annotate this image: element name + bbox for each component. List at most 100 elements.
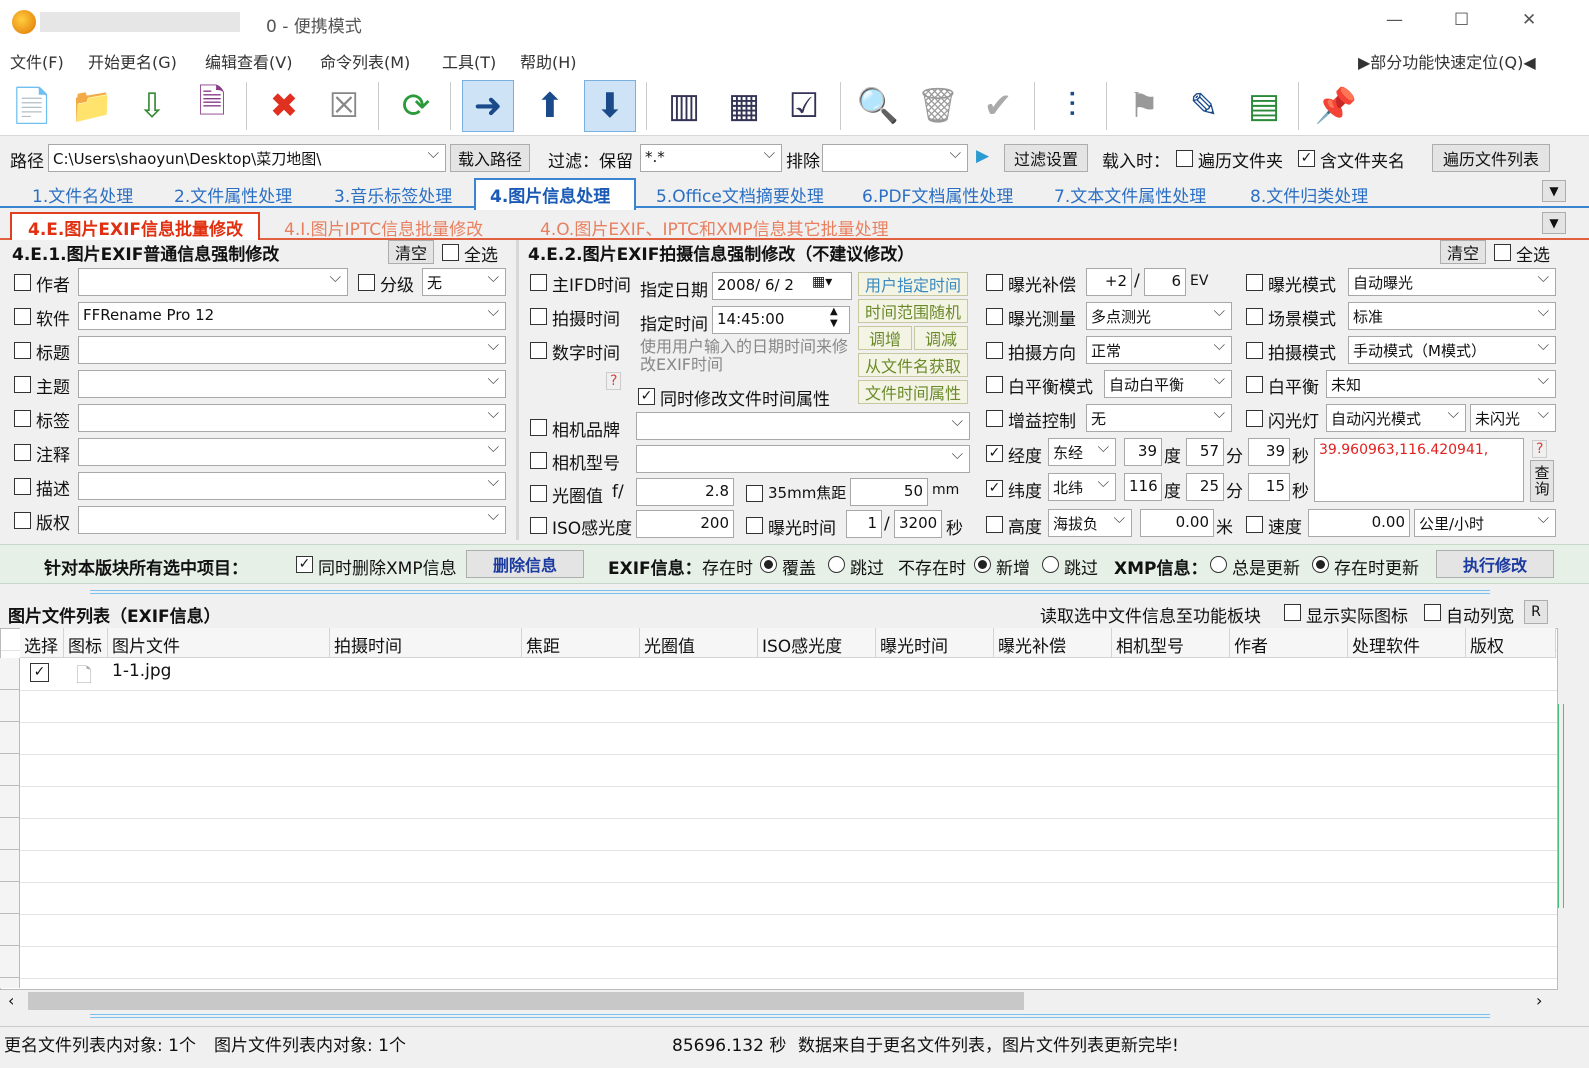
real-icon-checkbox[interactable]: [1284, 604, 1301, 621]
lon-deg-input[interactable]: 39: [1124, 438, 1162, 466]
col-file[interactable]: 图片文件: [108, 628, 330, 658]
wb-select[interactable]: 未知: [1326, 370, 1556, 398]
flash-fired-select[interactable]: 未闪光: [1470, 404, 1556, 432]
metering-checkbox[interactable]: [986, 308, 1003, 325]
col-copyright[interactable]: 版权: [1466, 628, 1556, 658]
r-button[interactable]: R: [1524, 600, 1548, 624]
comment-input[interactable]: [78, 438, 506, 466]
add-radio[interactable]: [974, 556, 991, 573]
path-input[interactable]: C:\Users\shaoyun\Desktop\菜刀地图\: [48, 144, 446, 172]
title-input[interactable]: [78, 336, 506, 364]
description-input[interactable]: [78, 472, 506, 500]
wb-checkbox[interactable]: [1246, 376, 1263, 393]
subtab-other[interactable]: 4.O.图片EXIF、IPTC和XMP信息其它批量处理: [540, 215, 889, 241]
coord-help-icon[interactable]: ?: [1532, 440, 1548, 458]
iso-checkbox[interactable]: [530, 517, 547, 534]
tab-filename[interactable]: 1.文件名处理: [32, 182, 133, 208]
lat-checkbox[interactable]: ✓: [986, 480, 1003, 497]
shoot-mode-checkbox[interactable]: [1246, 342, 1263, 359]
close-button[interactable]: ✕: [1522, 10, 1536, 30]
col-focal[interactable]: 焦距: [522, 628, 640, 658]
col-software[interactable]: 处理软件: [1348, 628, 1466, 658]
refresh-icon[interactable]: ⟳: [390, 80, 442, 132]
move-down-icon[interactable]: ⬇: [584, 80, 636, 132]
sliders-icon[interactable]: ⫶: [1046, 80, 1098, 132]
lat-min-input[interactable]: 25: [1186, 473, 1224, 501]
scroll-left-icon[interactable]: ‹: [8, 991, 14, 1010]
right-clear-button[interactable]: 清空: [1440, 240, 1486, 264]
col-exposure[interactable]: 曝光时间: [876, 628, 994, 658]
copyright-checkbox[interactable]: [14, 512, 31, 529]
col-iso[interactable]: ISO感光度: [758, 628, 876, 658]
tab-classify[interactable]: 8.文件归类处理: [1250, 182, 1368, 208]
overwrite-radio[interactable]: [760, 556, 777, 573]
right-select-all-checkbox[interactable]: [1494, 244, 1511, 261]
splitter[interactable]: [90, 590, 1490, 594]
software-checkbox[interactable]: [14, 308, 31, 325]
col-aperture[interactable]: 光圈值: [640, 628, 758, 658]
lon-min-input[interactable]: 57: [1186, 438, 1224, 466]
shoot-time-checkbox[interactable]: [530, 308, 547, 325]
subject-input[interactable]: [78, 370, 506, 398]
menu-tools[interactable]: 工具(T): [442, 49, 496, 73]
load-path-button[interactable]: 载入路径: [450, 144, 530, 172]
shoot-mode-select[interactable]: 手动模式（M模式）: [1348, 336, 1556, 364]
tab-text[interactable]: 7.文本文件属性处理: [1054, 182, 1206, 208]
search-icon[interactable]: 🔍: [852, 80, 904, 132]
maker-input[interactable]: [636, 412, 970, 440]
col-author[interactable]: 作者: [1230, 628, 1348, 658]
author-checkbox[interactable]: [14, 274, 31, 291]
help-icon[interactable]: ?: [606, 372, 622, 390]
subtabs-dropdown-icon[interactable]: ▼: [1542, 212, 1566, 234]
col-select[interactable]: 选择: [20, 628, 64, 658]
pin-icon[interactable]: 📌: [1310, 80, 1362, 132]
col-shoot-time[interactable]: 拍摄时间: [330, 628, 522, 658]
exp-mode-select[interactable]: 自动曝光: [1348, 268, 1556, 296]
table-row[interactable]: ✓ 🗋 1-1.jpg: [20, 658, 1556, 688]
iso-input[interactable]: 200: [636, 510, 734, 538]
delete-info-button[interactable]: 删除信息: [466, 550, 584, 578]
col-model[interactable]: 相机型号: [1112, 628, 1230, 658]
wb-mode-select[interactable]: 自动白平衡: [1104, 370, 1232, 398]
minimize-button[interactable]: —: [1386, 10, 1403, 30]
import-list-icon[interactable]: ⇩: [126, 80, 178, 132]
tab-office[interactable]: 5.Office文档摘要处理: [656, 182, 824, 208]
alt-ref-select[interactable]: 海拔负: [1048, 509, 1132, 537]
tags-input[interactable]: [78, 404, 506, 432]
speed-unit-select[interactable]: 公里/小时: [1414, 509, 1556, 537]
col-ev[interactable]: 曝光补偿: [994, 628, 1112, 658]
del-xmp-checkbox[interactable]: ✓: [296, 556, 313, 573]
menu-file[interactable]: 文件(F): [10, 49, 64, 73]
file-time-attr-button[interactable]: 文件时间属性: [858, 380, 968, 404]
exposure-checkbox[interactable]: [746, 517, 763, 534]
traverse-checkbox[interactable]: [1176, 150, 1193, 167]
wb-mode-checkbox[interactable]: [986, 376, 1003, 393]
author-input[interactable]: [78, 268, 348, 296]
scroll-right-icon[interactable]: ›: [1536, 991, 1542, 1010]
table-icon[interactable]: ▤: [1238, 80, 1290, 132]
delete-icon[interactable]: ✖: [258, 80, 310, 132]
menu-help[interactable]: 帮助(H): [520, 49, 577, 73]
lat-deg-input[interactable]: 116: [1124, 473, 1162, 501]
tags-checkbox[interactable]: [14, 410, 31, 427]
include-folder-checkbox[interactable]: ✓: [1298, 150, 1315, 167]
checklist-icon[interactable]: ☑: [778, 80, 830, 132]
lon-sec-input[interactable]: 39: [1248, 438, 1290, 466]
flash-checkbox[interactable]: [1246, 410, 1263, 427]
tabs-dropdown-icon[interactable]: ▼: [1542, 180, 1566, 202]
always-radio[interactable]: [1210, 556, 1227, 573]
alt-input[interactable]: 0.00: [1140, 509, 1214, 537]
model-input[interactable]: [636, 445, 970, 473]
orient-checkbox[interactable]: [986, 342, 1003, 359]
calendar-icon[interactable]: ▦▾: [812, 274, 832, 290]
ifd-time-checkbox[interactable]: [530, 274, 547, 291]
scene-checkbox[interactable]: [1246, 308, 1263, 325]
tab-music-tag[interactable]: 3.音乐标签处理: [334, 182, 452, 208]
flag-icon[interactable]: ⚑: [1118, 80, 1170, 132]
spinner-icon[interactable]: ▲ ▼: [830, 306, 838, 330]
ev-den-input[interactable]: 6: [1144, 268, 1186, 296]
exclude-input[interactable]: [822, 144, 968, 172]
subtab-exif[interactable]: 4.E.图片EXIF信息批量修改: [28, 215, 243, 241]
columns-icon[interactable]: ▦: [718, 80, 770, 132]
digital-time-checkbox[interactable]: [530, 342, 547, 359]
